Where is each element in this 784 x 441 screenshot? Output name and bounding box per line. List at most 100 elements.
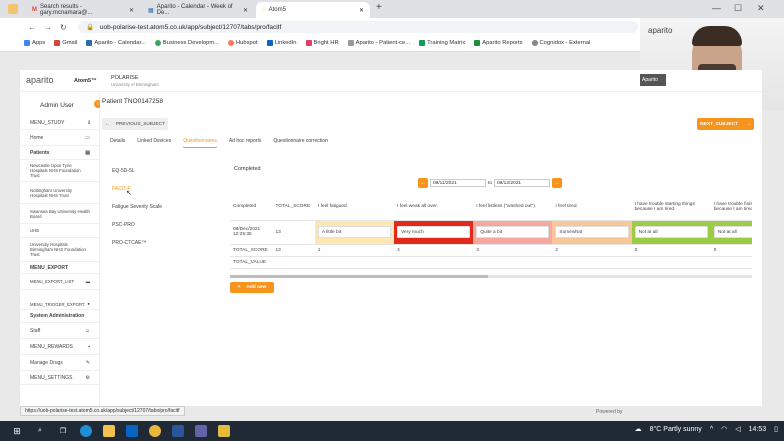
bookmark-training[interactable]: Training Matrix bbox=[419, 40, 465, 46]
gear-icon: ⚙ bbox=[85, 374, 90, 381]
column-header: I have trouble finishing thi... because … bbox=[710, 194, 752, 221]
bookmark-cognidox[interactable]: Cognidox - External bbox=[531, 40, 590, 46]
sidebar-export-list[interactable]: MENU_EXPORT_LIST ▬ bbox=[20, 274, 100, 290]
edge-icon[interactable] bbox=[80, 425, 92, 437]
close-icon[interactable]: ✕ bbox=[129, 7, 134, 14]
score-value: 3 bbox=[473, 244, 553, 257]
date-from-input[interactable]: 08/11/2021 bbox=[430, 179, 486, 187]
sidebar-site[interactable]: Nottingham University Hospitals NHS Trus… bbox=[20, 182, 100, 204]
tab-details[interactable]: Details bbox=[110, 138, 125, 148]
total-score: 13 bbox=[272, 220, 315, 245]
main-content: Patient TNO0147258 ← PREVIOUS_SUBJECT NEX… bbox=[100, 92, 762, 406]
notification-icon[interactable]: ▯ bbox=[774, 425, 778, 433]
forward-icon[interactable]: → bbox=[44, 23, 52, 32]
sidebar-trigger-export[interactable]: MENU_TRIGGER_EXPORT ▸ bbox=[20, 290, 100, 310]
previous-subject-button[interactable]: ← PREVIOUS_SUBJECT bbox=[102, 118, 168, 130]
answer-value[interactable]: A little bit bbox=[317, 226, 392, 238]
system-tray: ☁ 8°C Partly sunny ^ ◠ ◁ 14:53 ▯ bbox=[634, 425, 778, 434]
next-subject-button[interactable]: NEXT_SUBJECT → bbox=[697, 118, 754, 130]
browser-tab-gmail[interactable]: M Search results - gary.mcnamara@... ✕ bbox=[26, 2, 140, 18]
sidebar-manage-drugs[interactable]: Manage Drugs ✎ bbox=[20, 355, 100, 371]
chrome-icon[interactable] bbox=[149, 425, 161, 437]
bookmark-business[interactable]: Business Developm... bbox=[154, 40, 219, 46]
bookmark-calendar[interactable]: Aparito - Calendar... bbox=[86, 40, 146, 46]
sidebar-site[interactable]: Swansea Bay University Health Board bbox=[20, 204, 100, 224]
bookmark-reports[interactable]: Aparito Reports bbox=[474, 40, 523, 46]
sidebar-site[interactable]: Newcastle Upon Tyne Hospitals NHS Founda… bbox=[20, 160, 100, 182]
close-icon[interactable]: ✕ bbox=[359, 7, 364, 14]
questionnaire-item[interactable]: PSC-PRO bbox=[112, 222, 162, 240]
bookmark-patient[interactable]: Aparito - Patient-ce... bbox=[347, 40, 410, 46]
teams-icon[interactable] bbox=[195, 425, 207, 437]
answer-value[interactable]: Somewhat bbox=[555, 226, 629, 238]
date-to-input[interactable]: 08/12/2021 bbox=[494, 179, 551, 187]
hubspot-icon bbox=[227, 40, 234, 46]
bookmark-linkedin[interactable]: LinkedIn bbox=[266, 40, 297, 46]
gmail-icon: M bbox=[32, 7, 37, 13]
reload-icon[interactable]: ↻ bbox=[60, 23, 67, 32]
sidebar-home[interactable]: Home ▭ bbox=[20, 130, 100, 146]
browser-tab-atom5[interactable]: ◌ Atom5 ✕ bbox=[256, 2, 370, 18]
weather-icon: ☁ bbox=[634, 426, 642, 433]
pencil-icon: ✎ bbox=[85, 359, 90, 366]
sidebar-system-admin: System Administration bbox=[20, 310, 100, 323]
questionnaire-item-selected[interactable]: FACIT-F bbox=[112, 186, 162, 204]
score-value: 0 bbox=[631, 244, 711, 257]
task-view-icon[interactable]: ❐ bbox=[57, 425, 69, 437]
bookmark-apps[interactable]: Apps bbox=[24, 40, 45, 46]
questionnaire-item[interactable]: EQ-5D-5L bbox=[112, 168, 162, 186]
clock[interactable]: 14:53 bbox=[749, 426, 767, 433]
tab-adhoc-reports[interactable]: Ad hoc reports bbox=[229, 138, 262, 148]
table-scrollbar[interactable] bbox=[230, 275, 752, 278]
browser-tab-calendar[interactable]: ▦ Aparito - Calendar - Week of De... ✕ bbox=[142, 2, 254, 18]
volume-icon[interactable]: ◁ bbox=[735, 425, 740, 433]
sidebar-patients[interactable]: Patients ▤ bbox=[20, 146, 100, 160]
sidebar-rewards[interactable]: MENU_REWARDS ▪ bbox=[20, 339, 100, 355]
tab-questionnaires[interactable]: Questionnaires bbox=[183, 138, 217, 148]
network-icon[interactable]: ◠ bbox=[721, 425, 727, 433]
bookmark-hubspot[interactable]: Hubspot bbox=[227, 40, 258, 46]
search-icon[interactable]: ⌕ bbox=[34, 425, 46, 437]
minimize-icon[interactable]: — bbox=[712, 3, 721, 13]
bookmark-gmail[interactable]: Gmail bbox=[54, 40, 77, 46]
maximize-icon[interactable]: ☐ bbox=[734, 3, 742, 14]
answer-value[interactable]: Quite a bit bbox=[476, 226, 550, 238]
sidebar-staff[interactable]: Staff ☺ bbox=[20, 323, 100, 339]
score-value: 2 bbox=[552, 244, 632, 257]
date-next-button[interactable]: → bbox=[552, 178, 563, 188]
tray-chevron-icon[interactable]: ^ bbox=[710, 426, 713, 433]
table-header-row: Completed TOTAL_SCORE I feel fatigued. I… bbox=[230, 194, 752, 221]
tab-linked-devices[interactable]: Linked Devices bbox=[137, 138, 171, 148]
answer-value[interactable]: Not at all bbox=[634, 226, 708, 238]
questionnaire-item[interactable]: PRO-CTCAE™ bbox=[112, 240, 162, 258]
recorder-icon[interactable] bbox=[218, 425, 230, 437]
new-tab-button[interactable]: + bbox=[376, 2, 382, 13]
sidebar-settings[interactable]: MENU_SETTINGS ⚙ bbox=[20, 371, 100, 385]
sidebar-site[interactable]: University Hospitals Birmingham NHS Foun… bbox=[20, 238, 100, 262]
scrollbar-thumb[interactable] bbox=[230, 275, 488, 278]
calendar-icon: ▦ bbox=[148, 7, 154, 14]
close-icon[interactable]: ✕ bbox=[243, 7, 248, 14]
sidebar-menu-study[interactable]: MENU_STUDY ℹ bbox=[20, 116, 100, 130]
clipboard-icon: ▤ bbox=[85, 149, 90, 156]
bookmark-brighthr[interactable]: Bright HR bbox=[305, 40, 339, 46]
answer-value[interactable]: Very much bbox=[397, 226, 471, 238]
date-prev-button[interactable]: ← bbox=[418, 178, 428, 188]
org-badge[interactable]: Aparito bbox=[640, 74, 666, 86]
add-new-button[interactable]: + Add new bbox=[230, 282, 274, 293]
word-icon[interactable] bbox=[172, 425, 184, 437]
sheet-icon bbox=[419, 40, 426, 46]
user-icon: ☺ bbox=[84, 327, 90, 334]
answer-value[interactable]: Not at all bbox=[713, 226, 752, 238]
powered-by: Powered by bbox=[596, 409, 623, 415]
questionnaire-item[interactable]: Fatigue Severity Scale bbox=[112, 204, 162, 222]
outlook-icon[interactable] bbox=[126, 425, 138, 437]
brighthr-icon bbox=[305, 40, 312, 46]
file-explorer-icon[interactable] bbox=[103, 425, 115, 437]
windows-start-icon[interactable]: ⊞ bbox=[11, 425, 23, 437]
tab-questionnaire-correction[interactable]: Questionnaire correction bbox=[273, 138, 327, 148]
sidebar-site[interactable]: UHB bbox=[20, 224, 100, 238]
address-bar[interactable]: 🔒 uob-polarise-test.atom5.co.uk/app/subj… bbox=[78, 21, 638, 33]
back-icon[interactable]: ← bbox=[28, 23, 36, 32]
close-window-icon[interactable]: ✕ bbox=[757, 3, 765, 14]
